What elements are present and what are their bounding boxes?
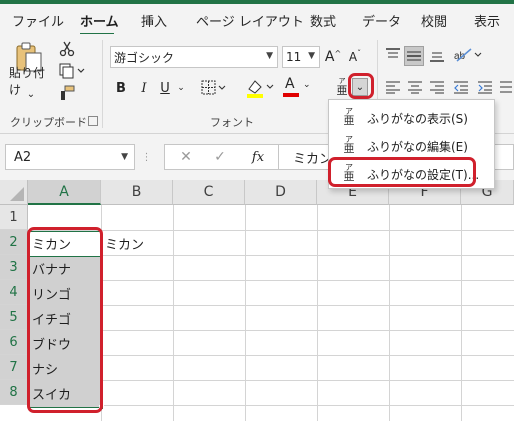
menu-item-edit-furigana[interactable]: ア亜 ふりがなの編集(E) <box>329 131 496 159</box>
align-center-icon[interactable] <box>406 78 424 96</box>
copy-icon[interactable] <box>58 62 88 80</box>
name-box-value: A2 <box>14 149 32 165</box>
group-separator <box>102 40 103 128</box>
tab-formulas[interactable]: 数式 <box>310 11 336 30</box>
formula-content: ミカン <box>293 151 333 167</box>
cut-icon[interactable] <box>58 40 76 58</box>
tab-home[interactable]: ホーム <box>80 11 119 30</box>
italic-button[interactable]: I <box>136 78 152 98</box>
grow-font-icon: A <box>324 49 335 65</box>
fill-color-button[interactable] <box>244 76 276 100</box>
row-header-5[interactable]: 5 <box>0 305 28 330</box>
formula-buttons: ✕ ✓ fx <box>164 144 284 170</box>
font-color-button[interactable]: A ⌄ <box>282 76 314 100</box>
format-painter-icon[interactable] <box>58 84 76 102</box>
shrink-font-button[interactable]: Aˇ <box>345 46 365 68</box>
menu-item-label: ふりがなの編集(E) <box>367 140 468 154</box>
gridline <box>317 205 318 421</box>
enter-icon[interactable]: ✓ <box>211 148 229 166</box>
furigana-show-icon: ア亜 <box>343 107 355 127</box>
gridline <box>461 205 462 421</box>
row-header-2[interactable]: 2 <box>0 230 28 255</box>
name-box[interactable]: A2 ▼ <box>5 144 135 170</box>
wrap-text-icon[interactable] <box>498 78 514 96</box>
furigana-base-text: 亜 <box>336 83 348 97</box>
furigana-edit-icon: ア亜 <box>343 135 355 155</box>
row-header-6[interactable]: 6 <box>0 330 28 355</box>
insert-function-button[interactable]: fx <box>247 148 269 166</box>
tab-file[interactable]: ファイル <box>12 11 64 30</box>
align-middle-icon[interactable] <box>404 46 424 66</box>
row-header-4[interactable]: 4 <box>0 280 28 305</box>
align-bottom-icon[interactable] <box>428 46 446 64</box>
cell-b2[interactable]: ミカン <box>102 231 144 256</box>
svg-text:ab: ab <box>454 51 466 62</box>
paste-dropdown-icon[interactable]: ⌄ <box>24 88 38 100</box>
align-top-icon[interactable] <box>384 46 402 64</box>
chevron-down-icon: ⌄ <box>303 80 311 90</box>
ribbon-tab-bar: ファイル ホーム 挿入 ページ レイアウト 数式 データ 校閲 表示 <box>0 4 514 36</box>
font-color-letter: A <box>285 76 295 92</box>
column-header-b[interactable]: B <box>101 180 173 205</box>
font-group-label: フォント <box>210 116 254 129</box>
decrease-indent-icon[interactable] <box>452 78 470 96</box>
tab-data[interactable]: データ <box>362 11 401 30</box>
gridline <box>245 205 246 421</box>
menu-item-show-furigana[interactable]: ア亜 ふりがなの表示(S) <box>329 103 496 131</box>
formula-bar-grip-icon: ⋮ <box>141 151 152 163</box>
menu-item-label: ふりがなの表示(S) <box>367 112 468 126</box>
underline-dropdown-icon[interactable]: ⌄ <box>175 78 187 98</box>
shrink-font-icon: A <box>348 50 358 64</box>
cancel-icon[interactable]: ✕ <box>177 148 195 166</box>
bold-button[interactable]: B <box>113 78 129 98</box>
clipboard-group-label: クリップボード <box>10 116 87 129</box>
paste-button[interactable]: 貼り付け <box>9 66 55 97</box>
underline-button[interactable]: U <box>157 78 173 98</box>
row-header-1[interactable]: 1 <box>0 205 28 230</box>
orientation-icon[interactable]: ab <box>452 44 486 66</box>
tab-page-layout[interactable]: ページ レイアウト <box>196 11 304 30</box>
chevron-down-icon: ▼ <box>121 152 128 162</box>
annotation-furigana-button <box>348 73 374 99</box>
font-size-value: 11 <box>286 50 302 64</box>
column-header-c[interactable]: C <box>173 180 245 205</box>
border-button[interactable] <box>200 78 228 98</box>
chevron-down-icon: ▼ <box>266 51 273 61</box>
column-header-a[interactable]: A <box>28 180 101 205</box>
row-header-7[interactable]: 7 <box>0 355 28 380</box>
align-right-icon[interactable] <box>428 78 446 96</box>
annotation-column-a-range <box>27 227 103 413</box>
annotation-furigana-settings <box>328 157 476 187</box>
font-color-bar <box>283 93 299 97</box>
font-size-box[interactable]: 11 ▼ <box>282 46 320 68</box>
font-name-box[interactable]: 游ゴシック ▼ <box>110 46 278 68</box>
tab-view[interactable]: 表示 <box>474 11 500 30</box>
font-name-value: 游ゴシック <box>114 50 175 65</box>
tab-review[interactable]: 校閲 <box>421 11 447 30</box>
select-all-corner[interactable] <box>0 180 28 205</box>
column-header-d[interactable]: D <box>245 180 317 205</box>
tab-insert[interactable]: 挿入 <box>141 11 167 30</box>
gridline <box>389 205 390 421</box>
gridline <box>173 205 174 421</box>
row-header-8[interactable]: 8 <box>0 380 28 405</box>
increase-indent-icon[interactable] <box>476 78 494 96</box>
align-left-icon[interactable] <box>384 78 402 96</box>
clipboard-launcher-icon[interactable] <box>88 116 98 126</box>
row-header-3[interactable]: 3 <box>0 255 28 280</box>
chevron-down-icon: ▼ <box>308 51 315 61</box>
grow-font-button[interactable]: A ^ <box>323 46 343 68</box>
